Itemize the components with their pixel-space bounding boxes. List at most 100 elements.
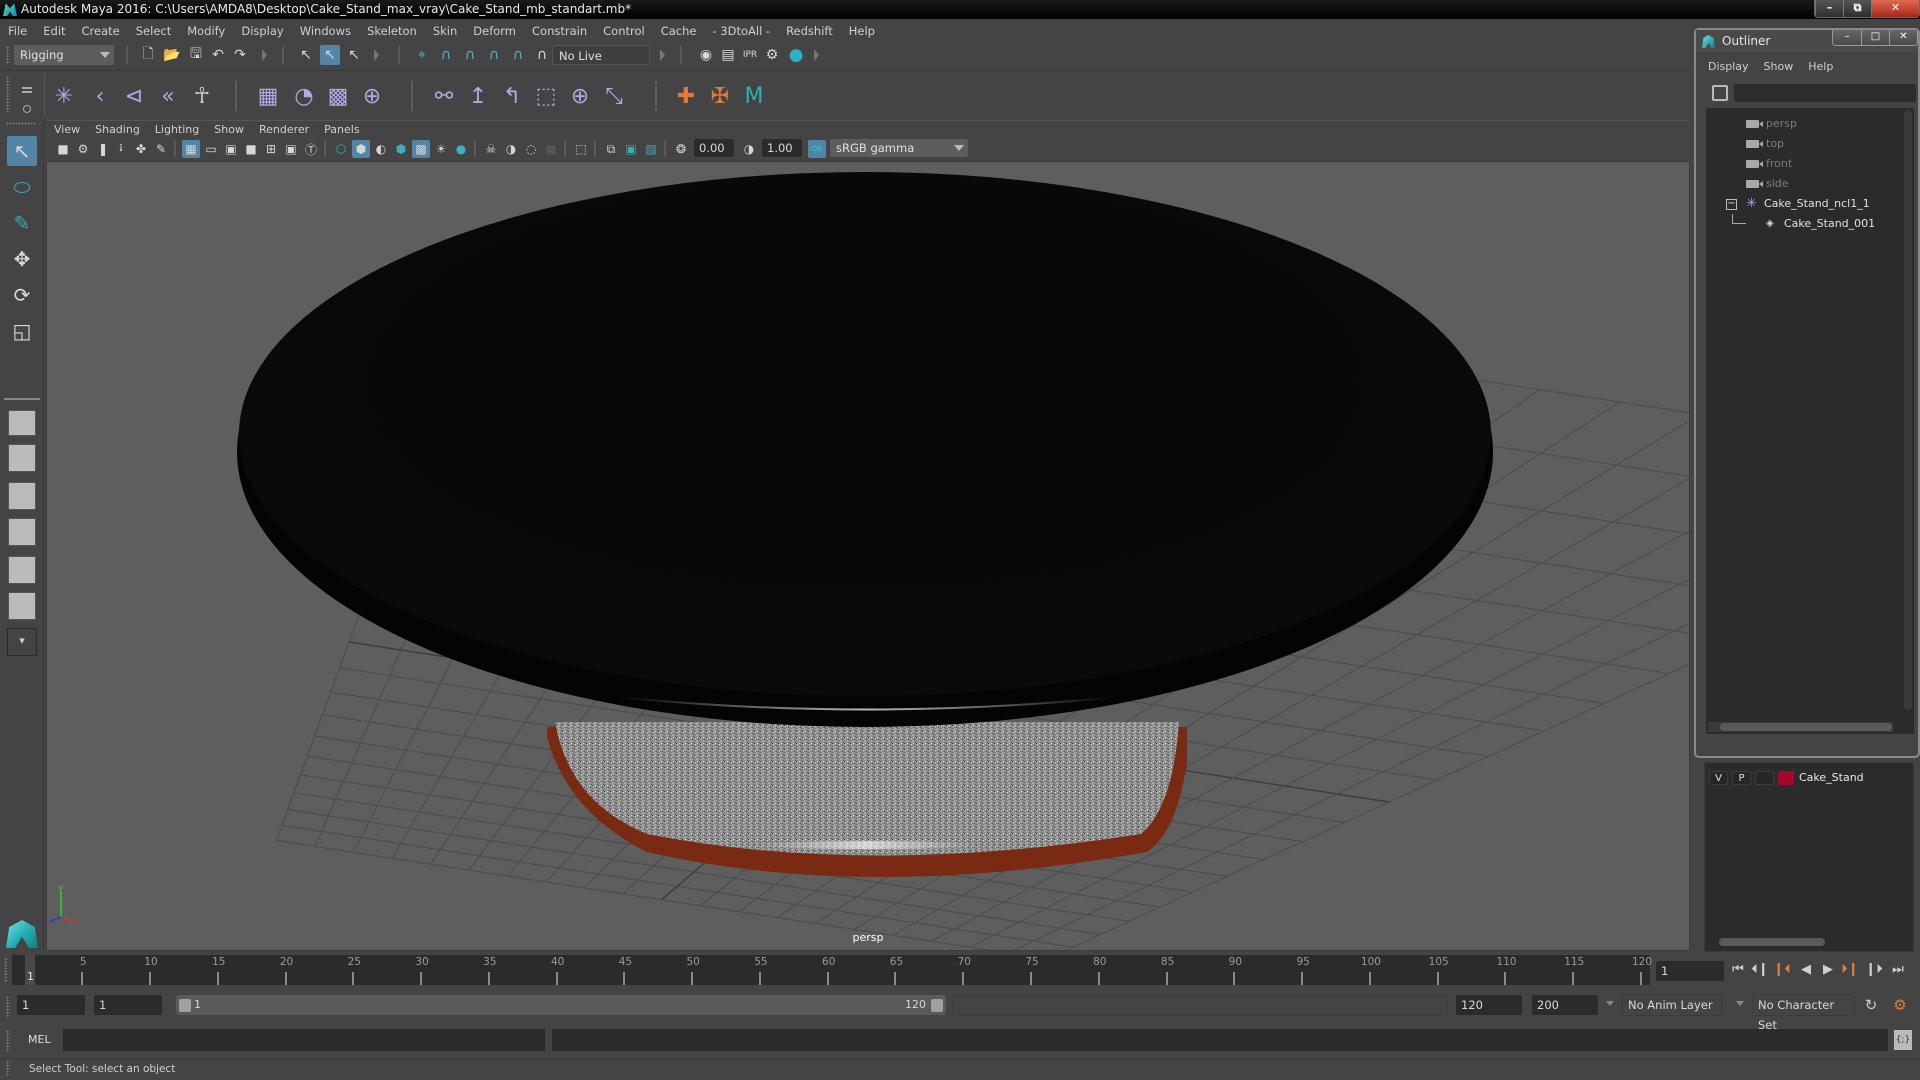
move-tool-icon[interactable]: ✥	[7, 244, 37, 274]
live-surface-field[interactable]: No Live Surface	[552, 45, 650, 83]
use-all-lights-icon[interactable]: ☀	[432, 140, 450, 158]
shadows-icon[interactable]: ●	[452, 140, 470, 158]
shelf-grip[interactable]	[6, 77, 10, 113]
close-button[interactable]: ✕	[1871, 0, 1919, 17]
animation-end-field[interactable]: 200	[1532, 995, 1598, 1015]
playback-start-field[interactable]: 1	[94, 995, 162, 1015]
menu-create[interactable]: Create	[82, 24, 120, 38]
textured-icon[interactable]: ▩	[412, 140, 430, 158]
lattice-icon[interactable]: ▩	[323, 81, 353, 111]
maya-logo-icon[interactable]: M	[739, 81, 769, 111]
timeslider-grip[interactable]	[4, 958, 8, 982]
collapse-chevron-icon[interactable]	[814, 49, 819, 61]
insert-joint-icon[interactable]: ‹	[85, 81, 115, 111]
layer-name[interactable]: Cake_Stand	[1799, 771, 1864, 784]
range-start-handle[interactable]	[179, 999, 191, 1012]
menu-help[interactable]: Help	[849, 24, 875, 38]
uv-editor-icon[interactable]: ▨	[642, 140, 660, 158]
character-set-menu-icon[interactable]	[1736, 1001, 1744, 1006]
gate-mask-icon[interactable]: ■	[242, 140, 260, 158]
four-view-layout-button[interactable]	[8, 444, 36, 472]
animation-preferences-icon[interactable]: ⚙	[1890, 996, 1910, 1014]
parent-constraint-icon[interactable]: ⚯	[429, 81, 459, 111]
mirror-joint-icon[interactable]: ⊲	[119, 81, 149, 111]
script-editor-icon[interactable]: {;}	[1894, 1030, 1912, 1050]
exposure-icon[interactable]: ❂	[672, 140, 690, 158]
range-end-handle[interactable]	[931, 999, 943, 1012]
scale-tool-icon[interactable]: ◱	[7, 316, 37, 346]
open-scene-icon[interactable]: 📂	[162, 45, 182, 65]
play-forwards-icon[interactable]: ▶	[1818, 960, 1838, 980]
toolbox-grip[interactable]	[6, 122, 36, 125]
grease-pencil-icon[interactable]: ✎	[152, 140, 170, 158]
collapse-chevron-icon[interactable]	[262, 49, 267, 61]
hypershade-icon[interactable]: ●	[786, 45, 806, 65]
menu-file[interactable]: File	[8, 24, 27, 38]
script-language-toggle[interactable]: MEL	[28, 1033, 51, 1046]
select-camera-icon[interactable]: ■	[54, 140, 72, 158]
rotate-tool-icon[interactable]: ⟳	[7, 280, 37, 310]
viewport-persp[interactable]: y x z persp	[46, 161, 1690, 951]
shelf-tabs-menu[interactable]	[17, 75, 39, 115]
snap-view-plane-icon[interactable]: ∩	[508, 45, 528, 65]
toolbar-grip[interactable]	[6, 46, 10, 64]
playback-end-field[interactable]: 120	[1456, 995, 1522, 1015]
outliner-item-cake-stand-ncl1-1[interactable]: − ✳ Cake_Stand_ncl1_1	[1706, 194, 1896, 214]
bookmarks-icon[interactable]: ❚	[94, 140, 112, 158]
menu-edit[interactable]: Edit	[43, 24, 65, 38]
persp-graph-layout-button[interactable]	[8, 518, 36, 546]
isolate-select-icon[interactable]: ⬚	[572, 140, 590, 158]
render-current-frame-icon[interactable]: ▤	[718, 45, 738, 65]
select-object-icon[interactable]: ↖	[320, 45, 340, 65]
color-management-toggle[interactable]: ON	[808, 140, 826, 158]
depth-of-field-icon[interactable]: ■	[542, 140, 560, 158]
locator-icon[interactable]: ✚	[671, 81, 701, 111]
menu-control[interactable]: Control	[603, 24, 645, 38]
image-plane-icon[interactable]: ⭭	[112, 140, 130, 158]
hypershade-persp-layout-button[interactable]	[8, 556, 36, 584]
menuset-dropdown[interactable]: Rigging	[14, 45, 114, 65]
xray-icon[interactable]: ⬢	[392, 140, 410, 158]
menu-deform[interactable]: Deform	[473, 24, 516, 38]
scale-constraint-icon[interactable]: ⬚	[531, 81, 561, 111]
current-frame-field[interactable]: 1	[1656, 961, 1724, 981]
paint-weights-icon[interactable]: ◔	[289, 81, 319, 111]
cmdline-grip[interactable]	[6, 1030, 10, 1052]
wireframe-icon[interactable]: ⬡	[332, 140, 350, 158]
outliner-horizontal-scrollbar[interactable]	[1708, 722, 1893, 732]
wireframe-on-shaded-icon[interactable]: ◐	[372, 140, 390, 158]
ipr-render-icon[interactable]: IPR	[740, 45, 760, 65]
range-grip[interactable]	[6, 996, 10, 1018]
command-input[interactable]	[63, 1029, 545, 1051]
panel-menu-view[interactable]: View	[54, 123, 80, 136]
outliner-menu-help[interactable]: Help	[1808, 60, 1833, 78]
snap-grid-icon[interactable]: ⌖	[412, 45, 432, 65]
field-chart-icon[interactable]: ⊞	[262, 140, 280, 158]
collapse-chevron-icon[interactable]	[374, 49, 379, 61]
redo-icon[interactable]: ↷	[230, 45, 250, 65]
snap-projected-center-icon[interactable]: ∩	[484, 45, 504, 65]
undo-icon[interactable]: ↶	[208, 45, 228, 65]
outliner-item-cake-stand-001[interactable]: ◈ Cake_Stand_001	[1706, 214, 1896, 234]
range-slider[interactable]: 1 120	[176, 995, 946, 1015]
humanik-icon[interactable]: ☥	[187, 81, 217, 111]
menu-select[interactable]: Select	[136, 24, 171, 38]
outliner-maximize-button[interactable]: □	[1861, 30, 1889, 45]
outliner-title-bar[interactable]: Outliner – □ ✕	[1696, 30, 1918, 52]
aim-constraint-icon[interactable]: ⊕	[565, 81, 595, 111]
menu-constrain[interactable]: Constrain	[532, 24, 587, 38]
layer-display-type-toggle[interactable]	[1755, 771, 1774, 785]
pole-vector-icon[interactable]: ⤡	[599, 81, 629, 111]
outliner-close-button[interactable]: ✕	[1889, 30, 1917, 45]
cluster-icon[interactable]: ⊕	[357, 81, 387, 111]
collapse-chevron-icon[interactable]	[660, 49, 665, 61]
time-slider[interactable]: 1 5 10 15 20 25 30 35 40 45 50 55 60 65 70 75 80 85 90 95 1…	[12, 955, 1652, 985]
character-set-dropdown[interactable]: No Character Set	[1752, 994, 1854, 1032]
film-gate-icon[interactable]: ▭	[202, 140, 220, 158]
outliner-menu-display[interactable]: Display	[1708, 60, 1749, 78]
panel-menu-shading[interactable]: Shading	[95, 123, 140, 136]
step-back-key-icon[interactable]: ❙⏴	[1772, 960, 1792, 980]
resolution-gate-icon[interactable]: ▣	[222, 140, 240, 158]
panel-menu-renderer[interactable]: Renderer	[259, 123, 309, 136]
gamma-field[interactable]: 1.00	[762, 139, 802, 157]
